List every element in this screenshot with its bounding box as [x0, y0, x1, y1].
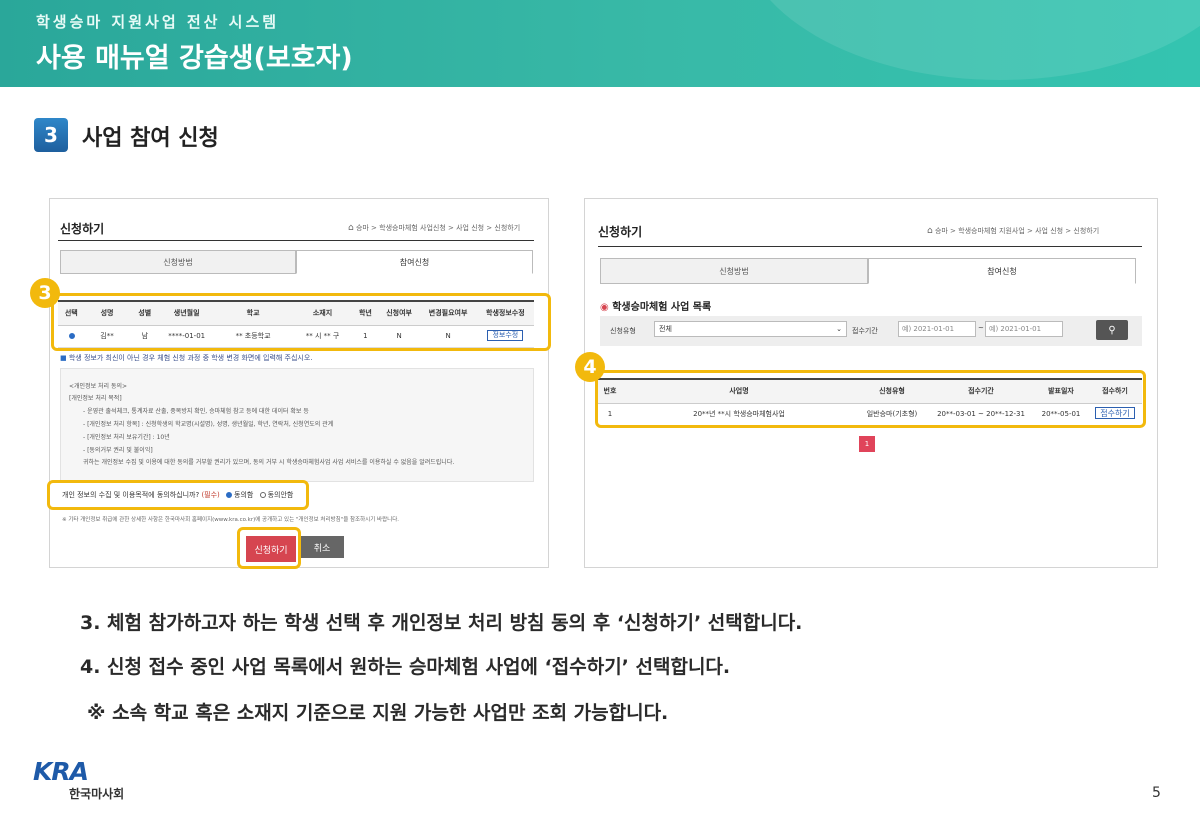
header-title: 사용 매뉴얼 강습생(보호자): [36, 43, 353, 74]
date-from-input[interactable]: 예) 2021-01-01: [898, 321, 976, 337]
date-to-input[interactable]: 예) 2021-01-01: [985, 321, 1063, 337]
list-icon: ◉: [600, 302, 609, 313]
kra-logo: KRA 한국마사회: [33, 757, 124, 801]
logo-mark: KRA: [33, 757, 89, 786]
filter-period-label: 접수기간: [852, 327, 878, 335]
header-band: 학생승마 지원사업 전산 시스템 사용 매뉴얼 강습생(보호자): [0, 0, 1200, 87]
tab-apply[interactable]: 참여신청: [868, 258, 1136, 284]
step-marker-3: 3: [30, 278, 60, 308]
right-page-title: 신청하기: [598, 225, 643, 239]
privacy-footer-note: ※ 기타 개인정보 취급에 관한 상세한 사항은 한국마사회 홈페이지(www.…: [62, 517, 400, 523]
consent-line: 귀하는 개인정보 수집 및 이용에 대한 동의를 거부할 권리가 있으며, 동의…: [83, 459, 455, 466]
left-tabs: 신청방법 참여신청: [60, 250, 533, 274]
tab-apply[interactable]: 참여신청: [296, 250, 533, 274]
highlight-program-table: [595, 370, 1146, 428]
tab-method[interactable]: 신청방법: [600, 258, 868, 284]
instruction-line-3: 3. 체험 참가하고자 하는 학생 선택 후 개인정보 처리 방침 동의 후 ‘…: [80, 612, 803, 634]
search-button[interactable]: ⚲: [1096, 320, 1128, 340]
header-subtitle: 학생승마 지원사업 전산 시스템: [36, 13, 280, 31]
home-icon: ⌂: [927, 226, 933, 236]
highlight-consent: [47, 480, 309, 510]
search-icon: ⚲: [1108, 324, 1116, 336]
consent-line: - [동의거부 권리 및 불이익]: [83, 447, 153, 454]
date-to-placeholder: 예) 2021-01-01: [989, 325, 1042, 333]
home-icon: ⌂: [348, 223, 354, 233]
consent-box: <개인정보 처리 동의> [개인정보 처리 목적] - 운영관 출석체크, 통계…: [60, 368, 534, 482]
info-icon: ■: [60, 354, 67, 362]
consent-line: - 운영관 출석체크, 통계자료 산출, 중복방지 확인, 승마체험 참고 등에…: [83, 408, 309, 415]
instruction-note: ※ 소속 학교 혹은 소재지 기준으로 지원 가능한 사업만 조회 가능합니다.: [87, 702, 669, 724]
right-tabs: 신청방법 참여신청: [600, 258, 1136, 284]
consent-line: - [개인정보 처리 항목] : 신청학생의 학교명(시설명), 성명, 생년월…: [83, 421, 334, 428]
date-from-placeholder: 예) 2021-01-01: [902, 325, 955, 333]
date-separator: ~: [978, 324, 984, 332]
page-button-1[interactable]: 1: [859, 436, 875, 452]
instruction-line-4: 4. 신청 접수 중인 사업 목록에서 원하는 승마체험 사업에 ‘접수하기’ …: [80, 656, 731, 678]
type-select-value: 전체: [659, 325, 672, 333]
consent-line: - [개인정보 처리 보유기간] : 10년: [83, 434, 170, 441]
left-breadcrumb: ⌂ 승마 > 학생승마체험 사업신청 > 사업 신청 > 신청하기: [348, 223, 521, 233]
filter-type-label: 신청유형: [610, 327, 636, 335]
type-select[interactable]: 전체 ⌄: [654, 321, 847, 337]
right-breadcrumb: ⌂ 승마 > 학생승마체험 지원사업 > 사업 신청 > 신청하기: [927, 226, 1100, 236]
header-decoration: [740, 0, 1200, 80]
tab-method[interactable]: 신청방법: [60, 250, 296, 274]
chevron-down-icon: ⌄: [836, 325, 842, 333]
cancel-button[interactable]: 취소: [300, 536, 344, 558]
left-page-title: 신청하기: [60, 222, 105, 236]
student-notice: ■ 학생 정보가 최신이 아닌 경우 체험 신청 과정 중 학생 변경 화면에 …: [60, 354, 313, 362]
highlight-student-table: [51, 293, 551, 351]
section-title: 사업 참여 신청: [82, 126, 219, 151]
divider: [598, 246, 1142, 247]
consent-line: <개인정보 처리 동의>: [69, 383, 128, 390]
divider: [58, 240, 534, 241]
consent-line: [개인정보 처리 목적]: [69, 395, 122, 402]
step-marker-4: 4: [575, 352, 605, 382]
page-number: 5: [1152, 785, 1161, 801]
program-list-title: ◉ 학생승마체험 사업 목록: [600, 302, 712, 313]
org-name: 한국마사회: [69, 787, 125, 801]
highlight-apply-button: [237, 527, 301, 569]
section-number: 3: [34, 118, 68, 152]
